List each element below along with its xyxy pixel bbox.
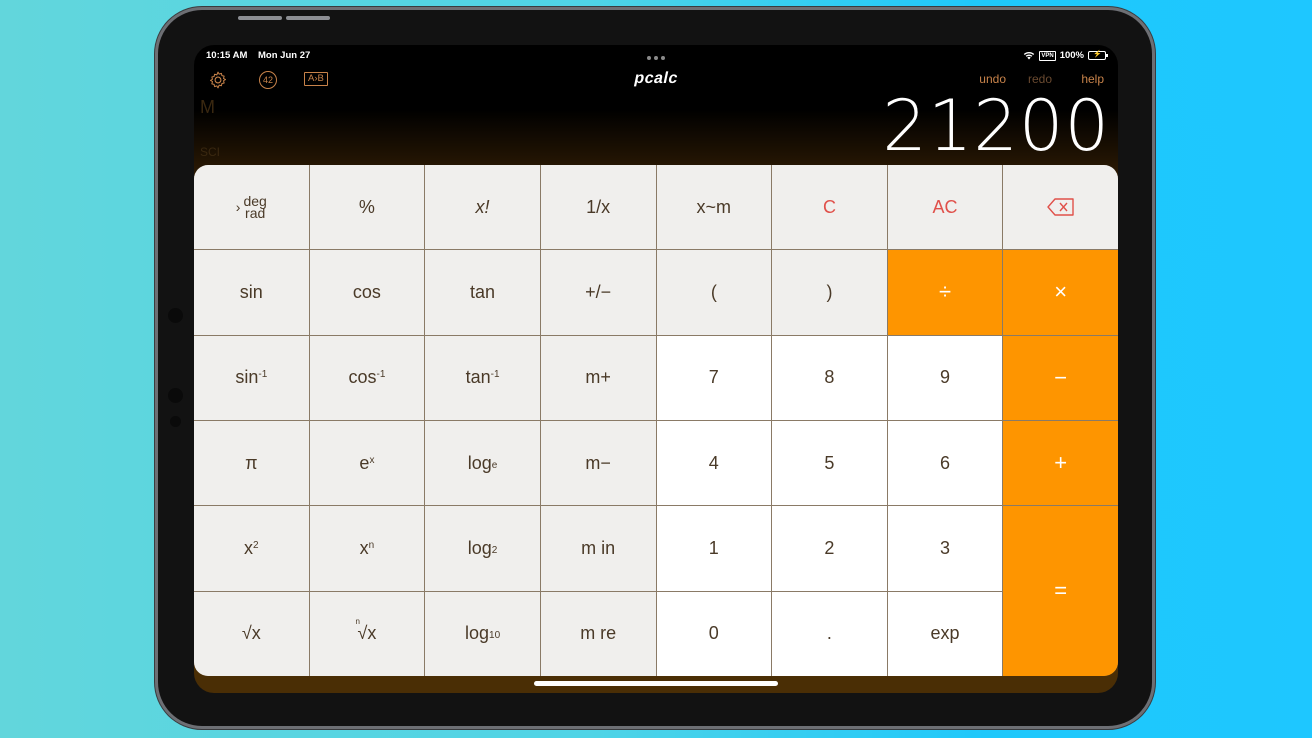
digit-9-key[interactable]: 9 (887, 335, 1003, 420)
ln-key[interactable]: log e (425, 421, 540, 506)
divide-key[interactable]: ÷ (887, 250, 1003, 335)
home-indicator[interactable] (534, 681, 778, 686)
cos-key[interactable]: cos (309, 250, 425, 335)
n-superscript: n (368, 539, 375, 551)
power-key[interactable]: xn (309, 506, 425, 591)
e-base: e (359, 452, 370, 473)
sin-key[interactable]: sin (194, 250, 309, 335)
multiply-key[interactable]: × (1003, 250, 1118, 335)
atan-label: tan (465, 367, 491, 388)
10-subscript: 10 (489, 630, 501, 642)
decimal-key[interactable]: . (772, 591, 887, 676)
status-date: Mon Jun 27 (258, 50, 311, 61)
acos-label: cos (348, 367, 377, 388)
multitasking-dots[interactable] (647, 56, 665, 60)
camera-sensor (168, 308, 183, 323)
equals-key[interactable]: = (1003, 506, 1118, 676)
vpn-badge: VPN (1039, 50, 1056, 61)
rad-label: rad (245, 205, 266, 222)
backspace-key[interactable] (1003, 165, 1118, 250)
undo-button[interactable]: undo (979, 72, 1006, 86)
log-label: log (467, 537, 492, 558)
2-subscript: 2 (491, 544, 498, 556)
acos-key[interactable]: cos -1 (309, 335, 425, 420)
x-base: x (359, 537, 369, 558)
log-label: log (464, 623, 490, 644)
all-clear-key[interactable]: AC (887, 165, 1003, 250)
digit-2-key[interactable]: 2 (772, 506, 887, 591)
2-superscript: 2 (253, 539, 259, 551)
pi-key[interactable]: π (194, 421, 309, 506)
close-paren-key[interactable]: ) (772, 250, 887, 335)
digit-7-key[interactable]: 7 (656, 335, 772, 420)
reciprocal-key[interactable]: 1/x (540, 165, 656, 250)
calculator-display[interactable]: 21200 (882, 85, 1110, 167)
digit-6-key[interactable]: 6 (887, 421, 1003, 506)
percent-key[interactable]: % (309, 165, 425, 250)
inverse-superscript: -1 (376, 369, 386, 381)
log2-key[interactable]: log 2 (425, 506, 540, 591)
exp-e-key[interactable]: ex (309, 421, 425, 506)
log10-key[interactable]: log 10 (425, 591, 540, 676)
status-bar: 10:15 AM Mon Jun 27 VPN 100% (206, 50, 1108, 64)
log-label: log (467, 452, 492, 473)
volume-button (286, 16, 330, 20)
digit-1-key[interactable]: 1 (656, 506, 772, 591)
memory-recall-key[interactable]: m re (540, 591, 656, 676)
open-paren-key[interactable]: ( (656, 250, 772, 335)
inverse-superscript: -1 (258, 369, 268, 381)
wifi-icon (1024, 51, 1035, 60)
asin-key[interactable]: sin -1 (194, 335, 309, 420)
mode-indicator: SCI (200, 145, 221, 159)
plus-key[interactable]: + (1003, 421, 1118, 506)
n-superscript: n (355, 617, 360, 627)
pcalc-app-screen: 10:15 AM Mon Jun 27 VPN 100% 42 A›B pcal… (194, 45, 1118, 693)
digit-3-key[interactable]: 3 (887, 506, 1003, 591)
plus-minus-key[interactable]: +/− (540, 250, 656, 335)
digit-8-key[interactable]: 8 (772, 335, 887, 420)
app-logo: pcalc (632, 70, 680, 87)
clear-key[interactable]: C (772, 165, 887, 250)
paper-tape-button[interactable]: 42 (259, 71, 277, 89)
memory-add-key[interactable]: m+ (540, 335, 656, 420)
nth-root-key[interactable]: n √x (309, 591, 425, 676)
exp-key[interactable]: exp (887, 591, 1003, 676)
conversions-button[interactable]: A›B (304, 72, 328, 86)
digit-0-key[interactable]: 0 (656, 591, 772, 676)
redo-button[interactable]: redo (1028, 72, 1052, 86)
digit-5-key[interactable]: 5 (772, 421, 887, 506)
square-key[interactable]: x2 (194, 506, 309, 591)
asin-label: sin (235, 367, 259, 388)
backspace-icon (1046, 198, 1074, 216)
memory-subtract-key[interactable]: m− (540, 421, 656, 506)
factorial-key[interactable]: x! (425, 165, 540, 250)
digit-4-key[interactable]: 4 (656, 421, 772, 506)
e-subscript: e (491, 459, 498, 471)
x-base: x (244, 537, 254, 558)
root-label: √x (357, 623, 377, 644)
keypad: › deg rad % x! 1/x x~m C AC sin cos tan … (194, 165, 1118, 676)
status-time: 10:15 AM (206, 50, 248, 61)
chevron-right-icon: › (235, 199, 241, 216)
memory-in-key[interactable]: m in (540, 506, 656, 591)
atan-key[interactable]: tan -1 (425, 335, 540, 420)
battery-charging-icon (1088, 51, 1108, 60)
battery-percentage: 100% (1059, 50, 1084, 61)
volume-button (238, 16, 282, 20)
help-button[interactable]: help (1081, 72, 1104, 86)
gear-icon[interactable] (208, 70, 228, 90)
camera-sensor (168, 388, 183, 403)
inverse-superscript: -1 (490, 369, 500, 381)
minus-key[interactable]: − (1003, 335, 1118, 420)
x-superscript: x (369, 454, 375, 466)
memory-indicator: M (200, 97, 215, 117)
camera-sensor (170, 416, 181, 427)
tan-key[interactable]: tan (425, 250, 540, 335)
sqrt-key[interactable]: √x (194, 591, 309, 676)
deg-rad-toggle-key[interactable]: › deg rad (194, 165, 309, 250)
swap-memory-key[interactable]: x~m (656, 165, 772, 250)
